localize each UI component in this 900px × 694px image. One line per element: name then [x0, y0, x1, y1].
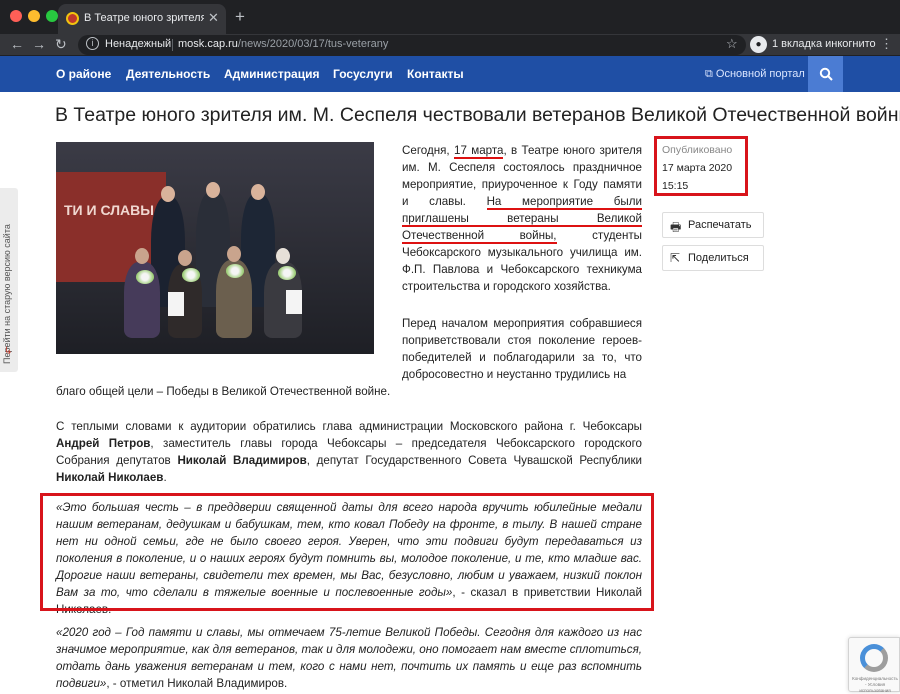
site-navigation: О районе Деятельность Администрация Госу…	[0, 56, 900, 92]
nav-item-activity[interactable]: Деятельность	[126, 67, 210, 81]
article-paragraph-end: благо общей цели – Победы в Великой Отеч…	[56, 385, 391, 398]
browser-tab-bar: В Театре юного зрителя им. М ✕ +	[0, 0, 900, 34]
published-time: 15:15	[662, 180, 689, 192]
search-button[interactable]	[808, 56, 843, 92]
nav-item-about[interactable]: О районе	[56, 67, 111, 81]
nav-item-contacts[interactable]: Контакты	[407, 67, 464, 81]
article-title: В Театре юного зрителя им. М. Сеспеля че…	[55, 104, 900, 126]
back-icon[interactable]: ←	[10, 36, 24, 52]
browser-tab[interactable]: В Театре юного зрителя им. М ✕	[58, 4, 226, 34]
article-quote: «2020 год – Год памяти и славы, мы отмеч…	[56, 626, 642, 690]
favicon-icon	[66, 12, 79, 25]
stage-banner-text: ТИ И СЛАВЫ	[64, 202, 154, 218]
incognito-icon: ●	[750, 36, 767, 53]
incognito-label: 1 вкладка инкогнито	[772, 38, 876, 50]
return-arrow-icon: ↳	[4, 346, 13, 357]
incognito-indicator[interactable]: ● 1 вкладка инкогнито	[750, 36, 876, 54]
nav-item-administration[interactable]: Администрация	[224, 67, 319, 81]
info-icon[interactable]: i	[86, 37, 99, 50]
published-label: Опубликовано	[662, 144, 733, 156]
minimize-window-button[interactable]	[28, 10, 40, 22]
print-button[interactable]: 🖶 Распечатать	[662, 212, 764, 238]
close-window-button[interactable]	[10, 10, 22, 22]
printer-icon: 🖶	[670, 220, 682, 234]
recaptcha-badge[interactable]: Конфиденциальность - Условия использован…	[848, 637, 900, 693]
highlighted-date: 17 марта	[454, 144, 504, 159]
security-label: Ненадежный	[105, 38, 172, 50]
published-date: 17 марта 2020	[662, 162, 733, 174]
external-link-icon: ⧉	[705, 68, 716, 80]
old-site-link[interactable]: Перейти на старую версию сайта ↳	[0, 188, 18, 372]
article-paragraph: Перед началом мероприятия собравшиеся по…	[402, 317, 642, 381]
article-photo: ТИ И СЛАВЫ	[56, 142, 374, 354]
forward-icon[interactable]: →	[32, 36, 46, 52]
share-icon: ⇱	[670, 251, 681, 265]
article-paragraph: С теплыми словами к аудитории обратились…	[56, 420, 642, 484]
bookmark-star-icon[interactable]: ☆	[726, 36, 738, 52]
recaptcha-logo-icon	[860, 644, 888, 672]
share-button[interactable]: ⇱ Поделиться	[662, 245, 764, 271]
quote-highlight-box	[40, 493, 654, 611]
separator	[172, 39, 173, 51]
nav-item-services[interactable]: Госуслуги	[333, 67, 393, 81]
reload-icon[interactable]: ↻	[55, 36, 67, 53]
url-input[interactable]: i Ненадежный mosk.cap.ru/news/2020/03/17…	[78, 35, 746, 55]
old-site-label: Перейти на старую версию сайта	[2, 224, 12, 364]
tab-title: В Театре юного зрителя им. М	[84, 12, 204, 24]
address-bar: ← → ↻ i Ненадежный mosk.cap.ru/news/2020…	[0, 34, 900, 56]
search-icon	[819, 67, 833, 81]
maximize-window-button[interactable]	[46, 10, 58, 22]
tab-close-icon[interactable]: ✕	[208, 10, 219, 26]
main-portal-link[interactable]: ⧉ Основной портал	[705, 68, 805, 81]
url-text: mosk.cap.ru/news/2020/03/17/tus-veterany	[178, 38, 389, 50]
recaptcha-terms: Конфиденциальность - Условия использован…	[852, 676, 898, 693]
new-tab-icon[interactable]: +	[235, 7, 245, 27]
browser-menu-icon[interactable]: ⋮	[880, 36, 893, 52]
article-paragraph: Сегодня, 17 марта, в Театре юного зрител…	[402, 144, 642, 293]
